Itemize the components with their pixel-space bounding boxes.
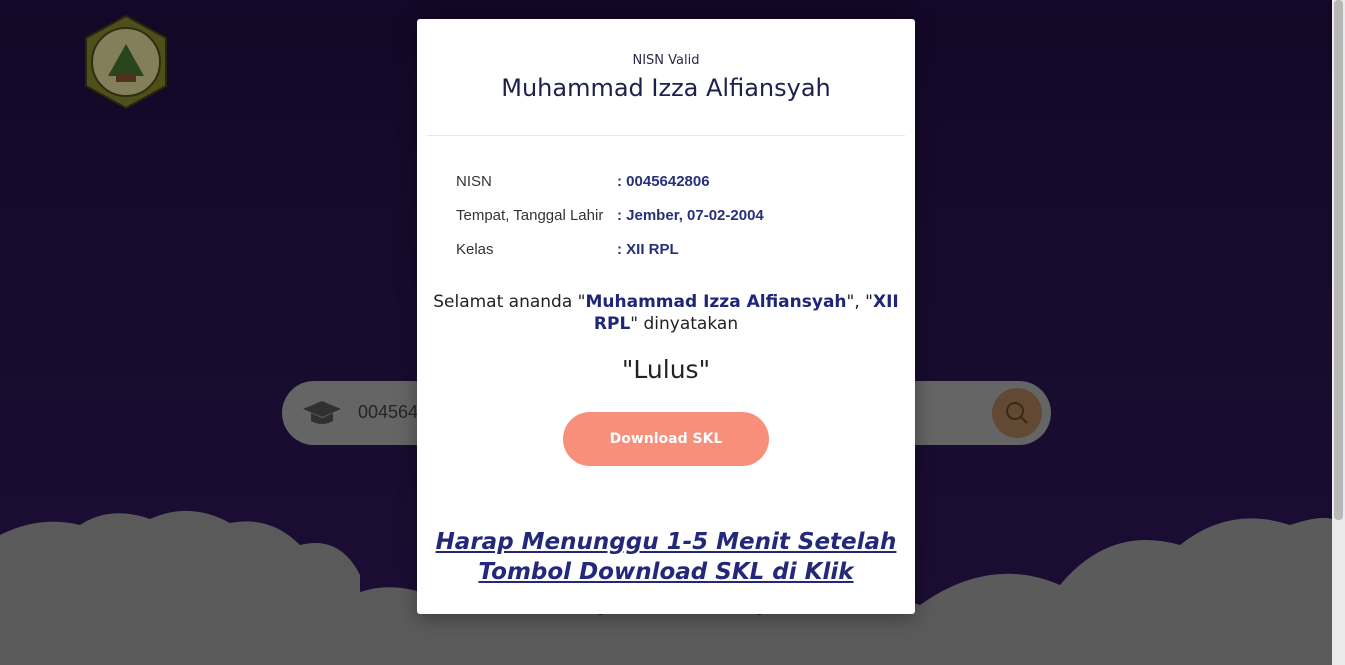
info-row-class: Kelas : XII RPL	[456, 241, 764, 275]
student-info-table: NISN : 0045642806 Tempat, Tanggal Lahir …	[456, 173, 764, 275]
congrats-student-name: Muhammad Izza Alfiansyah	[585, 292, 847, 312]
modal-divider	[427, 135, 905, 136]
info-label: Kelas	[456, 241, 494, 258]
result-modal: NISN Valid Muhammad Izza Alfiansyah NISN…	[417, 19, 915, 614]
congrats-middle: ", "	[846, 292, 873, 312]
info-label: Tempat, Tanggal Lahir	[456, 207, 604, 224]
congrats-suffix: " dinyatakan	[630, 314, 739, 334]
info-label: NISN	[456, 173, 492, 190]
graduation-result: "Lulus"	[621, 355, 711, 384]
info-row-nisn: NISN : 0045642806	[456, 173, 764, 207]
download-wait-note: Harap Menunggu 1-5 Menit Setelah Tombol …	[435, 529, 897, 585]
info-value: : XII RPL	[617, 241, 679, 258]
congrats-prefix: Selamat ananda "	[433, 292, 586, 312]
page-scrollbar[interactable]	[1332, 0, 1345, 665]
info-value: : Jember, 07-02-2004	[617, 207, 764, 224]
download-skl-button[interactable]: Download SKL	[563, 412, 769, 466]
congratulation-message: Selamat ananda "Muhammad Izza Alfiansyah…	[431, 291, 901, 335]
student-name: Muhammad Izza Alfiansyah	[501, 74, 831, 102]
nisn-status: NISN Valid	[632, 53, 700, 68]
scrollbar-thumb[interactable]	[1334, 0, 1343, 520]
info-row-birth: Tempat, Tanggal Lahir : Jember, 07-02-20…	[456, 207, 764, 241]
info-value: : 0045642806	[617, 173, 710, 190]
